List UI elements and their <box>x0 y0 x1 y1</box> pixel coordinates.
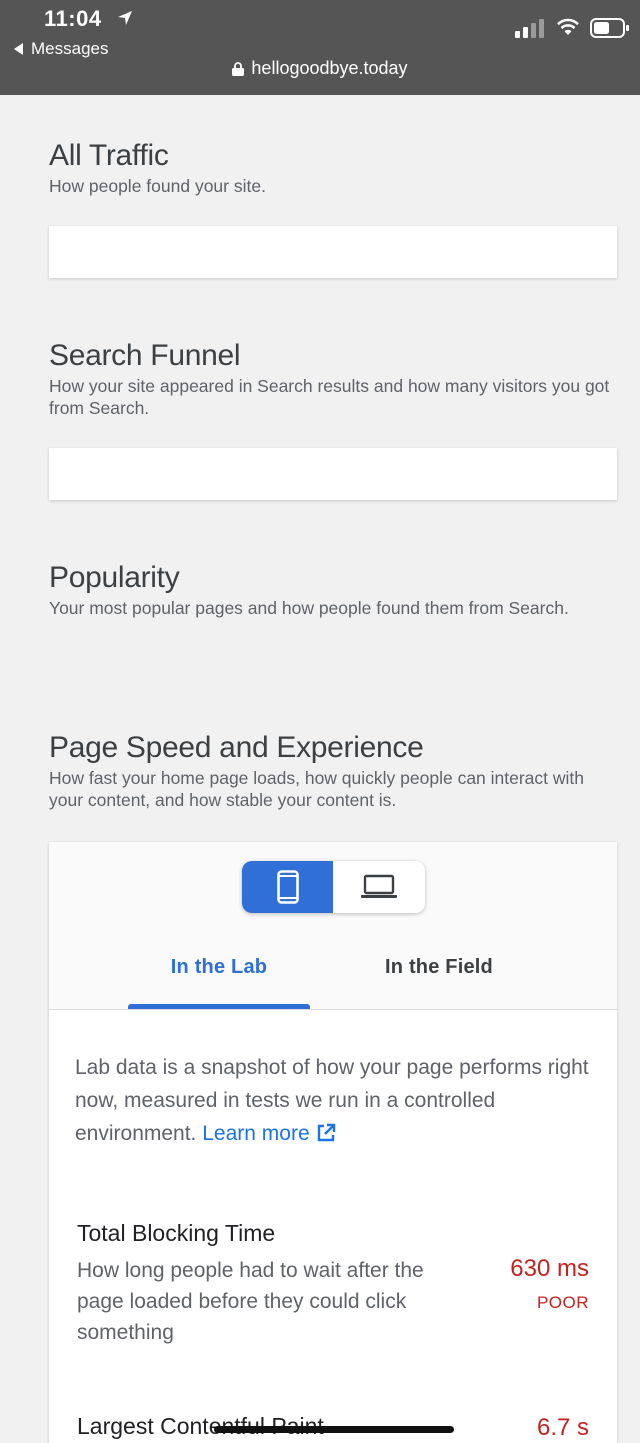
page-speed-subtitle: How fast your home page loads, how quick… <box>49 768 585 810</box>
location-arrow-icon <box>118 11 132 25</box>
lock-icon <box>232 61 245 76</box>
status-time: 11:04 <box>44 6 102 31</box>
phone-icon <box>276 870 299 904</box>
popularity-section: Popularity Your most popular pages and h… <box>49 561 619 619</box>
all-traffic-card <box>49 226 617 278</box>
learn-more-link[interactable]: Learn more <box>202 1122 335 1145</box>
page-speed-card: In the Lab In the Field Lab data is a sn… <box>49 842 617 1443</box>
page-speed-title: Page Speed and Experience <box>49 731 424 764</box>
metric-description: How long people had to wait after the pa… <box>77 1259 424 1344</box>
metric-rating: POOR <box>536 1293 589 1312</box>
metric-value: 6.7 s <box>536 1414 589 1441</box>
laptop-icon <box>361 874 397 898</box>
home-indicator[interactable] <box>214 1426 454 1433</box>
external-link-icon <box>317 1123 335 1142</box>
device-toggle <box>242 861 425 913</box>
metric-title: Total Blocking Time <box>77 1220 276 1246</box>
mobile-toggle-button[interactable] <box>242 861 333 913</box>
back-to-messages-button[interactable]: Messages <box>14 39 108 59</box>
popularity-subtitle: Your most popular pages and how people f… <box>49 598 569 618</box>
page-speed-section: Page Speed and Experience How fast your … <box>49 731 619 811</box>
back-label: Messages <box>31 39 109 58</box>
url-text: hellogoodbye.today <box>251 58 408 78</box>
all-traffic-section: All Traffic How people found your site. <box>49 139 619 197</box>
popularity-title: Popularity <box>49 561 180 594</box>
tab-in-the-lab[interactable]: In the Lab <box>128 956 310 979</box>
active-tab-indicator <box>128 1004 310 1009</box>
learn-more-label: Learn more <box>202 1122 310 1145</box>
wifi-icon <box>557 18 579 35</box>
metric-value: 630 ms <box>510 1255 589 1282</box>
search-funnel-title: Search Funnel <box>49 339 241 372</box>
all-traffic-subtitle: How people found your site. <box>49 176 266 196</box>
address-bar[interactable]: hellogoodbye.today <box>0 58 640 79</box>
back-triangle-icon <box>14 43 23 55</box>
lab-description: Lab data is a snapshot of how your page … <box>75 1051 600 1150</box>
desktop-toggle-button[interactable] <box>333 861 425 913</box>
signal-icon <box>515 19 544 38</box>
status-bar: 11:04 Messages hellogoodbye.today <box>0 0 640 95</box>
battery-icon <box>590 18 629 38</box>
page-speed-card-header: In the Lab In the Field <box>49 842 617 1010</box>
search-funnel-section: Search Funnel How your site appeared in … <box>49 339 619 419</box>
all-traffic-title: All Traffic <box>49 139 169 172</box>
search-funnel-subtitle: How your site appeared in Search results… <box>49 376 610 418</box>
search-funnel-card <box>49 448 617 500</box>
tab-in-the-field[interactable]: In the Field <box>348 956 530 979</box>
